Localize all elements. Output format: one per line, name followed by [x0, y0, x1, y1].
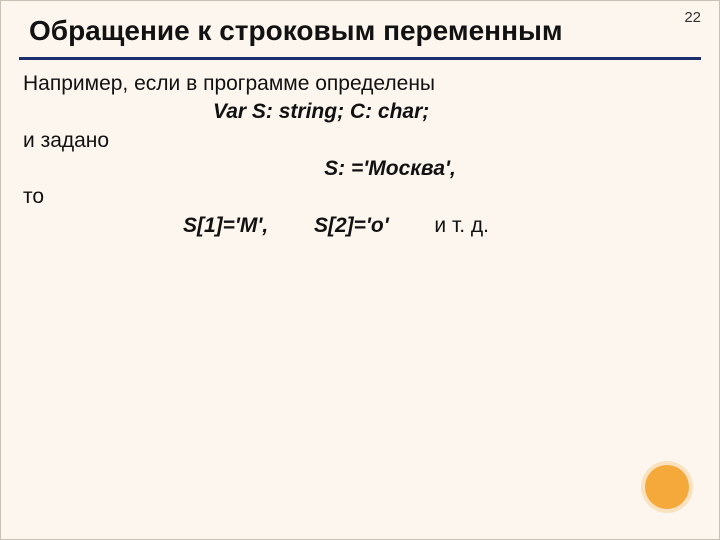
code-text: S: ='Москва', — [324, 157, 456, 180]
code-text: S[1]='М', — [183, 214, 268, 237]
text-line: и задано — [23, 127, 697, 155]
code-line-index: S[1]='М', S[2]='о' и т. д. — [23, 212, 697, 240]
slide: 22 Обращение к строковым переменным Напр… — [0, 0, 720, 540]
page-number: 22 — [684, 9, 701, 26]
title-underline — [19, 57, 701, 60]
decorative-circle-icon — [645, 465, 689, 509]
code-line-var: Var S: string; C: char; — [23, 98, 697, 126]
code-text: S[2]='о' — [314, 214, 389, 237]
code-text: Var S: string; C: char; — [213, 100, 429, 123]
code-line-assign: S: ='Москва', — [23, 155, 697, 183]
slide-title: Обращение к строковым переменным — [29, 15, 699, 53]
text-line: то — [23, 183, 697, 211]
text-line: Например, если в программе определены — [23, 70, 697, 98]
text-tail: и т. д. — [434, 214, 489, 237]
slide-body: Например, если в программе определены Va… — [23, 70, 697, 240]
